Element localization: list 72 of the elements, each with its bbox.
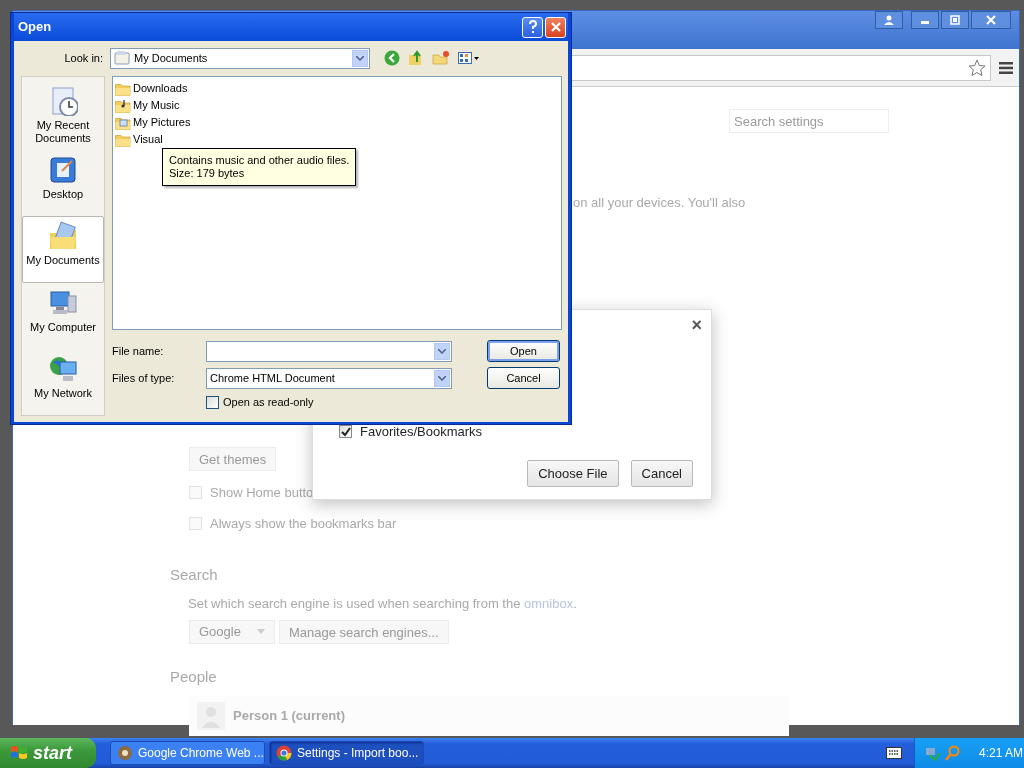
folder-up-icon[interactable] <box>408 50 424 66</box>
file-type-value: Chrome HTML Document <box>210 370 335 386</box>
place-item[interactable]: My Documents <box>22 216 104 283</box>
start-button[interactable]: start <box>0 738 96 768</box>
view-menu-icon[interactable] <box>458 51 480 65</box>
file-item[interactable]: My Music <box>115 97 559 114</box>
place-item[interactable]: My Recent Documents <box>22 81 104 150</box>
person-name: Person 1 (current) <box>233 707 345 726</box>
taskbar-button[interactable]: Google Chrome Web ... <box>110 741 265 765</box>
profile-button[interactable] <box>875 11 903 29</box>
avatar-icon <box>197 702 225 730</box>
field-label: File name: <box>112 343 165 359</box>
tooltip: Contains music and other audio files. Size: 179 bytes <box>162 148 357 186</box>
close-button[interactable]: × <box>691 312 702 339</box>
folder-icon <box>115 81 131 96</box>
checkbox[interactable] <box>206 395 219 409</box>
file-item[interactable]: My Pictures <box>115 114 559 131</box>
cancel-button[interactable]: Cancel <box>630 459 693 487</box>
file-name-field[interactable] <box>206 340 452 362</box>
music-folder-icon <box>115 98 131 113</box>
caret-icon <box>438 375 446 381</box>
option-label: Favorites/Bookmarks <box>360 423 483 441</box>
section-heading: People <box>170 666 218 687</box>
desktop-icon <box>48 155 78 185</box>
choose-file-button[interactable]: Choose File <box>527 459 619 487</box>
caret-icon <box>356 55 364 61</box>
help-icon <box>526 20 539 34</box>
documents-icon <box>48 221 78 252</box>
close-icon <box>549 21 562 33</box>
search-field[interactable]: Search settings <box>729 109 889 133</box>
caret-icon <box>256 629 265 634</box>
look-in-value: My Documents <box>134 50 208 66</box>
checkbox[interactable] <box>339 425 352 439</box>
checkbox-label: Show Home butto <box>210 483 314 502</box>
clock: 4:21 AM <box>979 745 1024 762</box>
look-in-dropdown[interactable]: My Documents <box>110 47 370 69</box>
checkbox-label: Always show the bookmarks bar <box>210 515 397 533</box>
close-icon <box>986 15 996 25</box>
documents-icon <box>114 50 130 66</box>
folder-icon <box>115 132 131 147</box>
pictures-folder-icon <box>115 115 131 130</box>
new-folder-icon[interactable] <box>432 50 450 66</box>
caret-icon <box>438 348 446 354</box>
keyboard-icon[interactable] <box>886 747 902 759</box>
browser-icon <box>276 745 292 761</box>
cancel-button[interactable]: Cancel <box>487 367 560 389</box>
field-label: Files of type: <box>112 370 176 386</box>
menu-icon[interactable] <box>999 61 1013 74</box>
sync-text: on all your devices. You'll also <box>573 194 747 212</box>
back-icon[interactable] <box>384 50 400 66</box>
field-label: Look in: <box>63 50 104 66</box>
checkbox-label: Open as read-only <box>223 395 314 410</box>
file-item[interactable]: Downloads <box>115 80 559 97</box>
app-icon <box>117 745 133 761</box>
open-button[interactable]: Open <box>487 340 560 362</box>
minimize-button[interactable] <box>911 11 939 29</box>
place-item[interactable]: Desktop <box>22 150 104 217</box>
taskbar-button[interactable]: Settings - Import boo... <box>269 741 424 765</box>
file-item[interactable]: Visual <box>115 131 559 148</box>
place-item[interactable]: My Network <box>22 348 104 415</box>
person-icon <box>884 15 894 25</box>
dialog-title: Open <box>18 18 52 37</box>
section-heading: Search <box>170 564 219 585</box>
help-button[interactable] <box>522 16 543 38</box>
section-description: Set which search engine is used when searching from the omnibox. <box>188 595 578 613</box>
place-item[interactable]: My Computer <box>22 282 104 349</box>
close-button[interactable] <box>971 11 1011 29</box>
star-icon[interactable] <box>968 58 986 77</box>
maximize-button[interactable] <box>941 11 969 29</box>
maximize-icon <box>950 15 960 25</box>
windows-logo-icon <box>10 744 28 762</box>
file-type-dropdown[interactable]: Chrome HTML Document <box>206 367 452 389</box>
